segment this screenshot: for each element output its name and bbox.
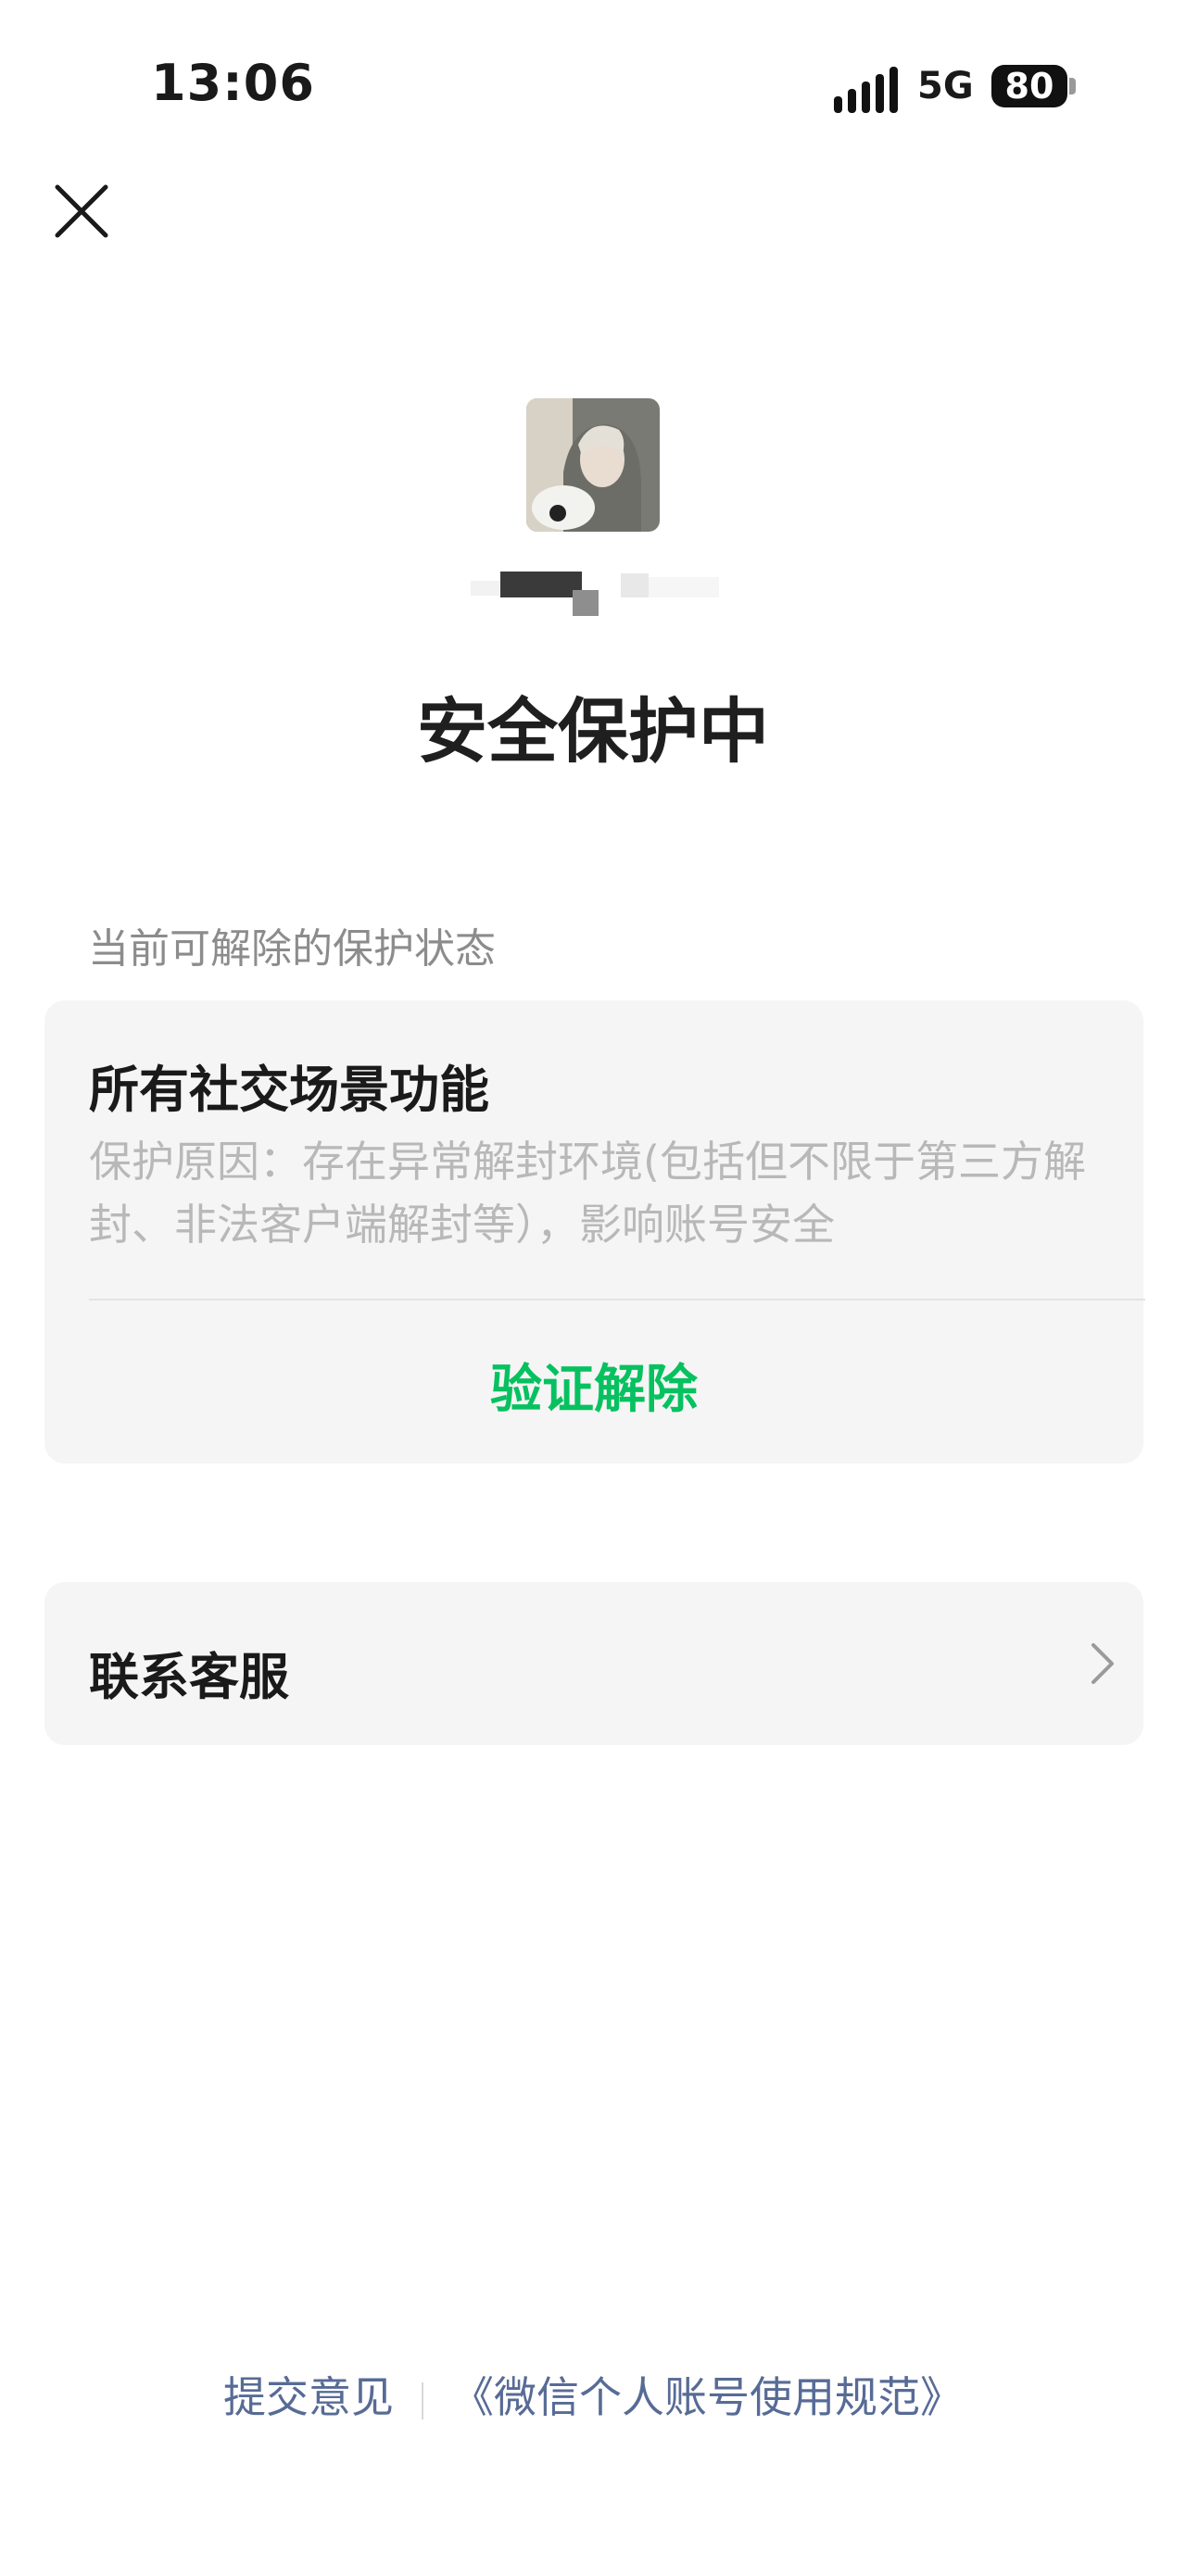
divider	[89, 1299, 1145, 1301]
contact-support-row[interactable]: 联系客服	[44, 1582, 1143, 1745]
close-icon	[55, 184, 108, 238]
feedback-link[interactable]: 提交意见	[223, 2372, 394, 2422]
nickname-obscured	[471, 560, 721, 616]
protection-reason: 保护原因：存在异常解封环境(包括但不限于第三方解封、非法客户端解封等），影响账号…	[89, 1137, 1086, 1250]
battery-cap-icon	[1069, 78, 1076, 94]
contact-support-label: 联系客服	[89, 1648, 289, 1706]
chevron-right-icon	[1091, 1643, 1114, 1684]
avatar	[526, 398, 660, 532]
status-time: 13:06	[151, 54, 315, 112]
section-label: 当前可解除的保护状态	[88, 925, 496, 973]
footer-separator	[422, 2381, 423, 2419]
footer-links: 提交意见 《微信个人账号使用规范》	[0, 2364, 1186, 2425]
verify-unlock-button[interactable]: 验证解除	[44, 1348, 1143, 1423]
network-label: 5G	[917, 65, 974, 107]
close-button[interactable]	[52, 182, 111, 241]
signal-icon	[834, 65, 899, 113]
protection-card: 所有社交场景功能 保护原因：存在异常解封环境(包括但不限于第三方解封、非法客户端…	[44, 1000, 1145, 1464]
terms-link[interactable]: 《微信个人账号使用规范》	[451, 2372, 963, 2422]
protection-title: 所有社交场景功能	[89, 1061, 489, 1119]
battery-icon: 80	[991, 65, 1067, 107]
page-title: 安全保护中	[417, 690, 769, 773]
